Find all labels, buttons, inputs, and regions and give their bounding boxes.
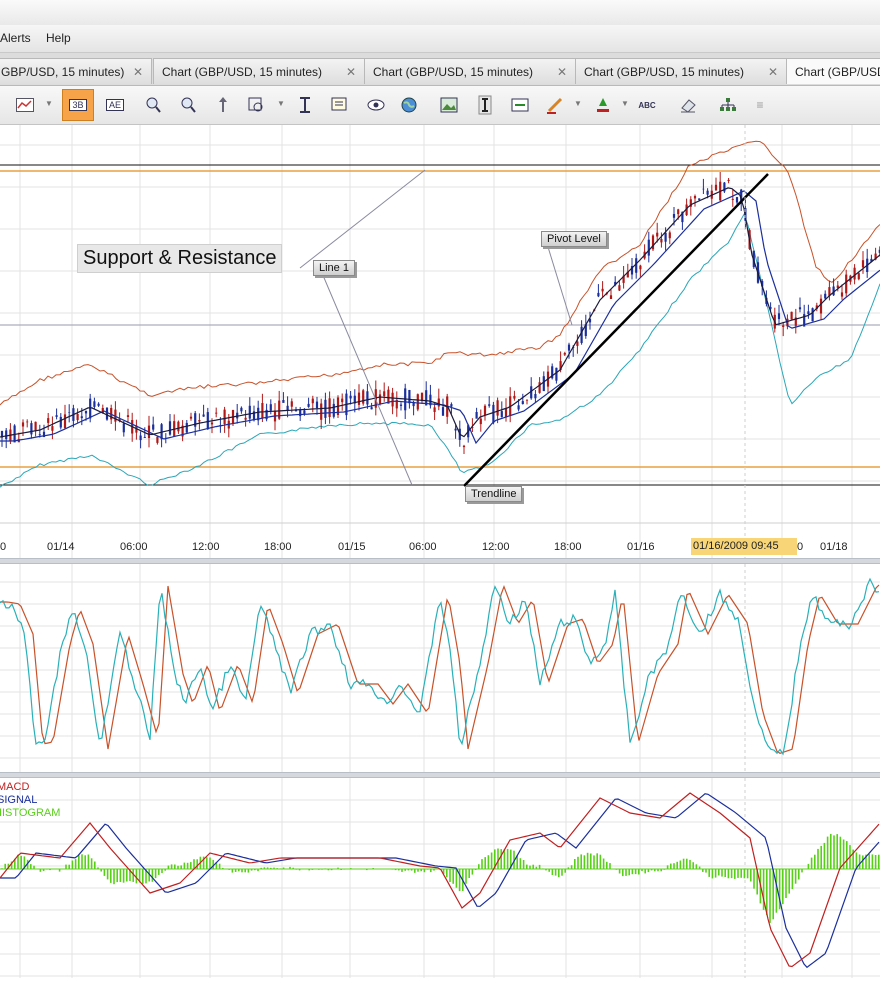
- stochastic-chart[interactable]: [0, 564, 880, 772]
- support-resistance-annotation[interactable]: Support & Resistance: [77, 244, 283, 273]
- tab-chart-1[interactable]: GBP/USD, 15 minutes) ✕: [0, 58, 152, 84]
- x-axis-label: 01/18: [820, 541, 848, 553]
- menu-help[interactable]: Help: [46, 31, 71, 45]
- label-icon[interactable]: ABC: [636, 94, 658, 116]
- trendline-tag[interactable]: Trendline: [465, 486, 523, 502]
- window-title-bar: [0, 0, 880, 25]
- resize-icon[interactable]: [509, 94, 531, 116]
- magnify-icon[interactable]: [246, 94, 268, 116]
- candle-mode-icon[interactable]: 3B: [62, 89, 94, 121]
- x-axis-label: 12:00: [482, 541, 510, 553]
- x-axis-label: 01/16: [627, 541, 655, 553]
- bar-mode-icon[interactable]: AE: [104, 94, 126, 116]
- macd-panel[interactable]: [0, 778, 880, 978]
- annotation-leader: [299, 169, 426, 269]
- tab-label: Chart (GBP/USD, 15 minutes): [795, 65, 880, 79]
- x-axis-label: 01/14: [47, 541, 75, 553]
- tree-icon[interactable]: [717, 94, 739, 116]
- tab-label: Chart (GBP/USD, 15 minutes): [162, 65, 323, 79]
- tab-chart-3[interactable]: Chart (GBP/USD, 15 minutes) ✕: [364, 58, 576, 84]
- eraser-icon[interactable]: [677, 94, 699, 116]
- price-chart[interactable]: [0, 125, 880, 558]
- legend-macd: MACD: [0, 781, 30, 793]
- close-icon[interactable]: ✕: [768, 59, 778, 84]
- menu-bar: Alerts Help: [0, 25, 880, 53]
- tab-chart-active[interactable]: Chart (GBP/USD, 15 minutes): [786, 58, 880, 84]
- chart-toolbar: ▼ 3B AE ▼ ▼ ▼ ABC ≡: [0, 86, 880, 125]
- upper-bollinger-band: [0, 140, 880, 406]
- eye-icon[interactable]: [365, 94, 387, 116]
- price-chart-panel[interactable]: [0, 125, 880, 558]
- x-axis-label: 06:00: [409, 541, 437, 553]
- x-axis-label: 0: [0, 541, 7, 553]
- tab-label: Chart (GBP/USD, 15 minutes): [373, 65, 534, 79]
- dropdown-arrow-icon[interactable]: ▼: [574, 99, 582, 108]
- annotate-icon[interactable]: [329, 94, 351, 116]
- macd-chart[interactable]: [0, 778, 880, 978]
- dropdown-arrow-icon[interactable]: ▼: [277, 99, 285, 108]
- line1-leader: [321, 272, 413, 486]
- tab-bar: GBP/USD, 15 minutes) ✕ Chart (GBP/USD, 1…: [0, 53, 880, 86]
- macd-line: [0, 792, 880, 968]
- pivot-level-tag[interactable]: Pivot Level: [541, 231, 607, 247]
- x-axis-label: 0: [797, 541, 804, 553]
- dropdown-arrow-icon[interactable]: ▼: [45, 99, 53, 108]
- stochastic-panel[interactable]: [0, 564, 880, 772]
- macd-legend: MACD SIGNAL HISTOGRAM: [0, 781, 60, 820]
- color-icon[interactable]: [592, 94, 614, 116]
- pan-icon[interactable]: [212, 94, 234, 116]
- zoom-in-icon[interactable]: [142, 94, 164, 116]
- x-axis-label: 18:00: [554, 541, 582, 553]
- stochastic-k-line: [0, 577, 880, 756]
- crosshair-date-label: 01/16/2009 09:45: [691, 538, 797, 555]
- legend-histogram: HISTOGRAM: [0, 807, 61, 819]
- grip-icon[interactable]: ≡: [749, 94, 771, 116]
- text-cursor-icon[interactable]: [474, 94, 496, 116]
- close-icon[interactable]: ✕: [133, 59, 143, 84]
- macd-signal-line: [0, 793, 880, 969]
- close-icon[interactable]: ✕: [346, 59, 356, 84]
- x-axis-label: 01/15: [338, 541, 366, 553]
- close-icon[interactable]: ✕: [557, 59, 567, 84]
- pen-icon[interactable]: [544, 94, 566, 116]
- zoom-out-icon[interactable]: [177, 94, 199, 116]
- tab-label: GBP/USD, 15 minutes): [1, 65, 125, 79]
- menu-alerts[interactable]: Alerts: [0, 31, 31, 45]
- image-icon[interactable]: [438, 94, 460, 116]
- x-axis-label: 12:00: [192, 541, 220, 553]
- tab-chart-4[interactable]: Chart (GBP/USD, 15 minutes) ✕: [575, 58, 787, 84]
- globe-icon[interactable]: [398, 94, 420, 116]
- x-axis-label: 06:00: [120, 541, 148, 553]
- chart-type-icon[interactable]: [14, 94, 36, 116]
- tab-label: Chart (GBP/USD, 15 minutes): [584, 65, 745, 79]
- line1-tag[interactable]: Line 1: [313, 260, 355, 276]
- tab-chart-2[interactable]: Chart (GBP/USD, 15 minutes) ✕: [153, 58, 365, 84]
- fit-icon[interactable]: [294, 94, 316, 116]
- legend-signal: SIGNAL: [0, 794, 38, 806]
- dropdown-arrow-icon[interactable]: ▼: [621, 99, 629, 108]
- x-axis-label: 18:00: [264, 541, 292, 553]
